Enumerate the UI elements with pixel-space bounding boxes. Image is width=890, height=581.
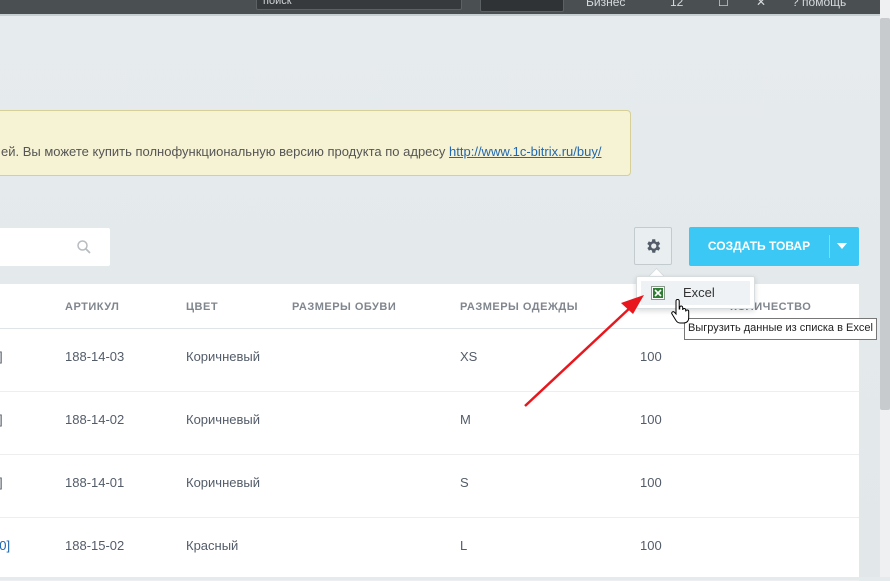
- product-name-link[interactable]: 40]: [0, 538, 10, 553]
- product-name-link[interactable]: ]: [0, 412, 3, 427]
- top-bar-item[interactable]: Бизнес: [586, 0, 625, 9]
- quantity-cell: 100: [640, 349, 662, 364]
- quantity-cell: 100: [640, 538, 662, 553]
- notice-message: ей. Вы можете купить полнофункциональную…: [1, 144, 450, 159]
- quantity-cell: 100: [640, 475, 662, 490]
- color-cell: Коричневый: [186, 412, 260, 427]
- clothing-size-cell: M: [460, 412, 471, 427]
- chevron-down-icon[interactable]: [837, 243, 847, 249]
- quantity-cell: 100: [640, 412, 662, 427]
- trial-notice: ей. Вы можете купить полнофункциональную…: [0, 110, 631, 176]
- gear-icon: [647, 239, 661, 253]
- filter-search-input[interactable]: [0, 228, 110, 266]
- create-product-button[interactable]: СОЗДАТЬ ТОВАР: [689, 227, 859, 266]
- search-icon: [77, 240, 91, 254]
- excel-icon: [651, 286, 665, 300]
- column-header-sku[interactable]: АРТИКУЛ: [65, 301, 119, 313]
- top-bar-divider: [0, 14, 880, 16]
- scrollbar-thumb[interactable]: [880, 18, 890, 410]
- product-name-link[interactable]: ]: [0, 475, 3, 490]
- window-icon[interactable]: ☐: [718, 0, 729, 9]
- clothing-size-cell: S: [460, 475, 469, 490]
- clothing-size-cell: XS: [460, 349, 478, 364]
- sku-cell: 188-14-01: [65, 475, 125, 490]
- export-excel-menu-item[interactable]: Excel: [641, 281, 750, 305]
- color-cell: Коричневый: [186, 349, 260, 364]
- help-label: помощь: [802, 0, 847, 9]
- settings-button[interactable]: [634, 227, 672, 265]
- color-cell: Красный: [186, 538, 239, 553]
- table-row[interactable]: ] 188-14-02 Коричневый M 100: [0, 392, 859, 455]
- top-bar: поиск Бизнес 12 ☐ ✕ ? помощь: [0, 0, 890, 14]
- hand-cursor-icon: [671, 299, 690, 324]
- sku-cell: 188-14-02: [65, 412, 125, 427]
- top-menu-button[interactable]: [480, 0, 564, 12]
- help-icon: ?: [792, 0, 799, 9]
- color-cell: Коричневый: [186, 475, 260, 490]
- excel-label: Excel: [683, 285, 715, 300]
- settings-popup-menu: Excel: [636, 276, 755, 309]
- button-separator: [829, 235, 830, 258]
- create-product-label: СОЗДАТЬ ТОВАР: [707, 239, 811, 253]
- notice-text: ей. Вы можете купить полнофункциональную…: [1, 144, 601, 159]
- buy-link[interactable]: http://www.1c-bitrix.ru/buy/: [449, 144, 601, 159]
- column-header-clothing-size[interactable]: РАЗМЕРЫ ОДЕЖДЫ: [460, 301, 578, 313]
- product-name-link[interactable]: ]: [0, 349, 3, 364]
- top-bar-counter[interactable]: 12: [670, 0, 683, 9]
- excel-tooltip: Выгрузить данные из списка в Excel: [684, 318, 877, 340]
- top-search-input[interactable]: поиск: [256, 0, 462, 10]
- clothing-size-cell: L: [460, 538, 468, 553]
- column-header-shoe-size[interactable]: РАЗМЕРЫ ОБУВИ: [292, 301, 396, 313]
- close-icon[interactable]: ✕: [756, 0, 766, 9]
- table-row[interactable]: 40] 188-15-02 Красный L 100: [0, 518, 859, 581]
- sku-cell: 188-15-02: [65, 538, 125, 553]
- help-link[interactable]: ? помощь: [792, 0, 846, 9]
- table-row[interactable]: ] 188-14-01 Коричневый S 100: [0, 455, 859, 518]
- column-header-color[interactable]: ЦВЕТ: [186, 301, 218, 313]
- sku-cell: 188-14-03: [65, 349, 125, 364]
